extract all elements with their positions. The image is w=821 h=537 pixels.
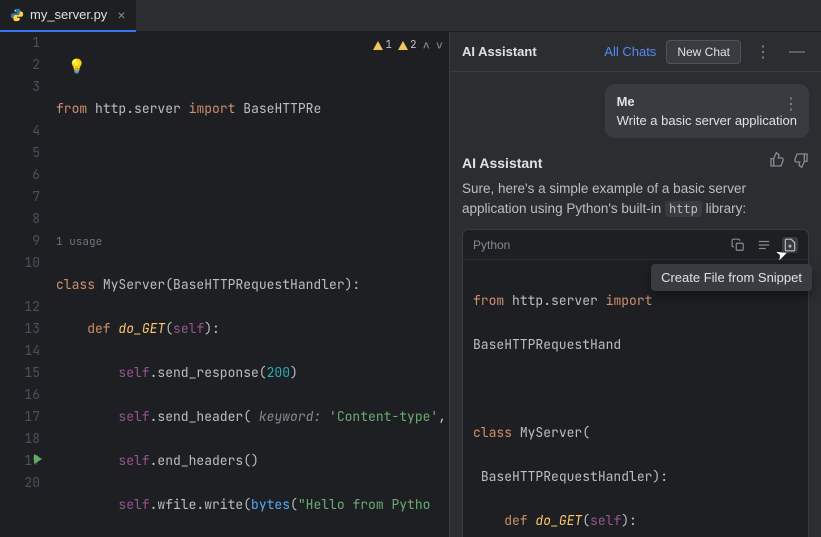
tab-bar: my_server.py × (0, 0, 821, 32)
insert-snippet-icon[interactable] (756, 237, 772, 253)
user-sender-label: Me (617, 94, 797, 109)
new-chat-button[interactable]: New Chat (666, 40, 741, 64)
ai-panel-title: AI Assistant (462, 44, 594, 59)
close-tab-icon[interactable]: × (117, 7, 125, 23)
tab-filename: my_server.py (30, 7, 107, 22)
inspection-warning-2[interactable]: 2 (398, 34, 417, 56)
snippet-code-body[interactable]: from http.server import BaseHTTPRequestH… (463, 260, 808, 537)
user-message: ⋮ Me Write a basic server application (605, 84, 809, 138)
minimize-icon[interactable]: — (785, 41, 809, 63)
prev-highlight-icon[interactable]: ∧ (423, 34, 430, 56)
python-file-icon (10, 8, 24, 22)
ai-panel-header: AI Assistant All Chats New Chat ⋮ — (450, 32, 821, 72)
usage-hint[interactable]: 1 usage (56, 235, 102, 249)
thumbs-down-icon[interactable] (793, 152, 809, 173)
assistant-message: AI Assistant Sure, here's a simple examp… (462, 152, 809, 537)
more-menu-icon[interactable]: ⋮ (751, 40, 775, 64)
all-chats-link[interactable]: All Chats (604, 44, 656, 59)
editor-pane: 1 2 3 4 5 6 7 8 9 10 12 13 14 15 16 17 1… (0, 32, 449, 537)
assistant-sender-label: AI Assistant (462, 155, 761, 171)
thumbs-up-icon[interactable] (769, 152, 785, 173)
message-menu-icon[interactable]: ⋮ (783, 94, 799, 114)
main-area: 1 2 3 4 5 6 7 8 9 10 12 13 14 15 16 17 1… (0, 32, 821, 537)
editor-tab[interactable]: my_server.py × (0, 0, 136, 32)
line-gutter: 1 2 3 4 5 6 7 8 9 10 12 13 14 15 16 17 1… (0, 32, 56, 537)
code-area[interactable]: 💡 1 2 ∧ ∨ from http.server import BaseHT… (56, 32, 449, 537)
create-file-tooltip: Create File from Snippet (651, 264, 812, 291)
user-message-text: Write a basic server application (617, 113, 797, 128)
inspection-warning-1[interactable]: 1 (373, 34, 392, 56)
code-snippet: Python Create File from Snippet ➤ from h… (462, 229, 809, 537)
next-highlight-icon[interactable]: ∨ (436, 34, 443, 56)
snippet-language-label: Python (473, 238, 730, 252)
assistant-message-text: Sure, here's a simple example of a basic… (462, 179, 809, 219)
ai-assistant-panel: AI Assistant All Chats New Chat ⋮ — ⋮ Me… (449, 32, 821, 537)
ai-chat-body: ⋮ Me Write a basic server application AI… (450, 72, 821, 537)
run-gutter-icon[interactable] (34, 454, 42, 464)
copy-snippet-icon[interactable] (730, 237, 746, 253)
intention-bulb-icon[interactable]: 💡 (68, 56, 85, 78)
